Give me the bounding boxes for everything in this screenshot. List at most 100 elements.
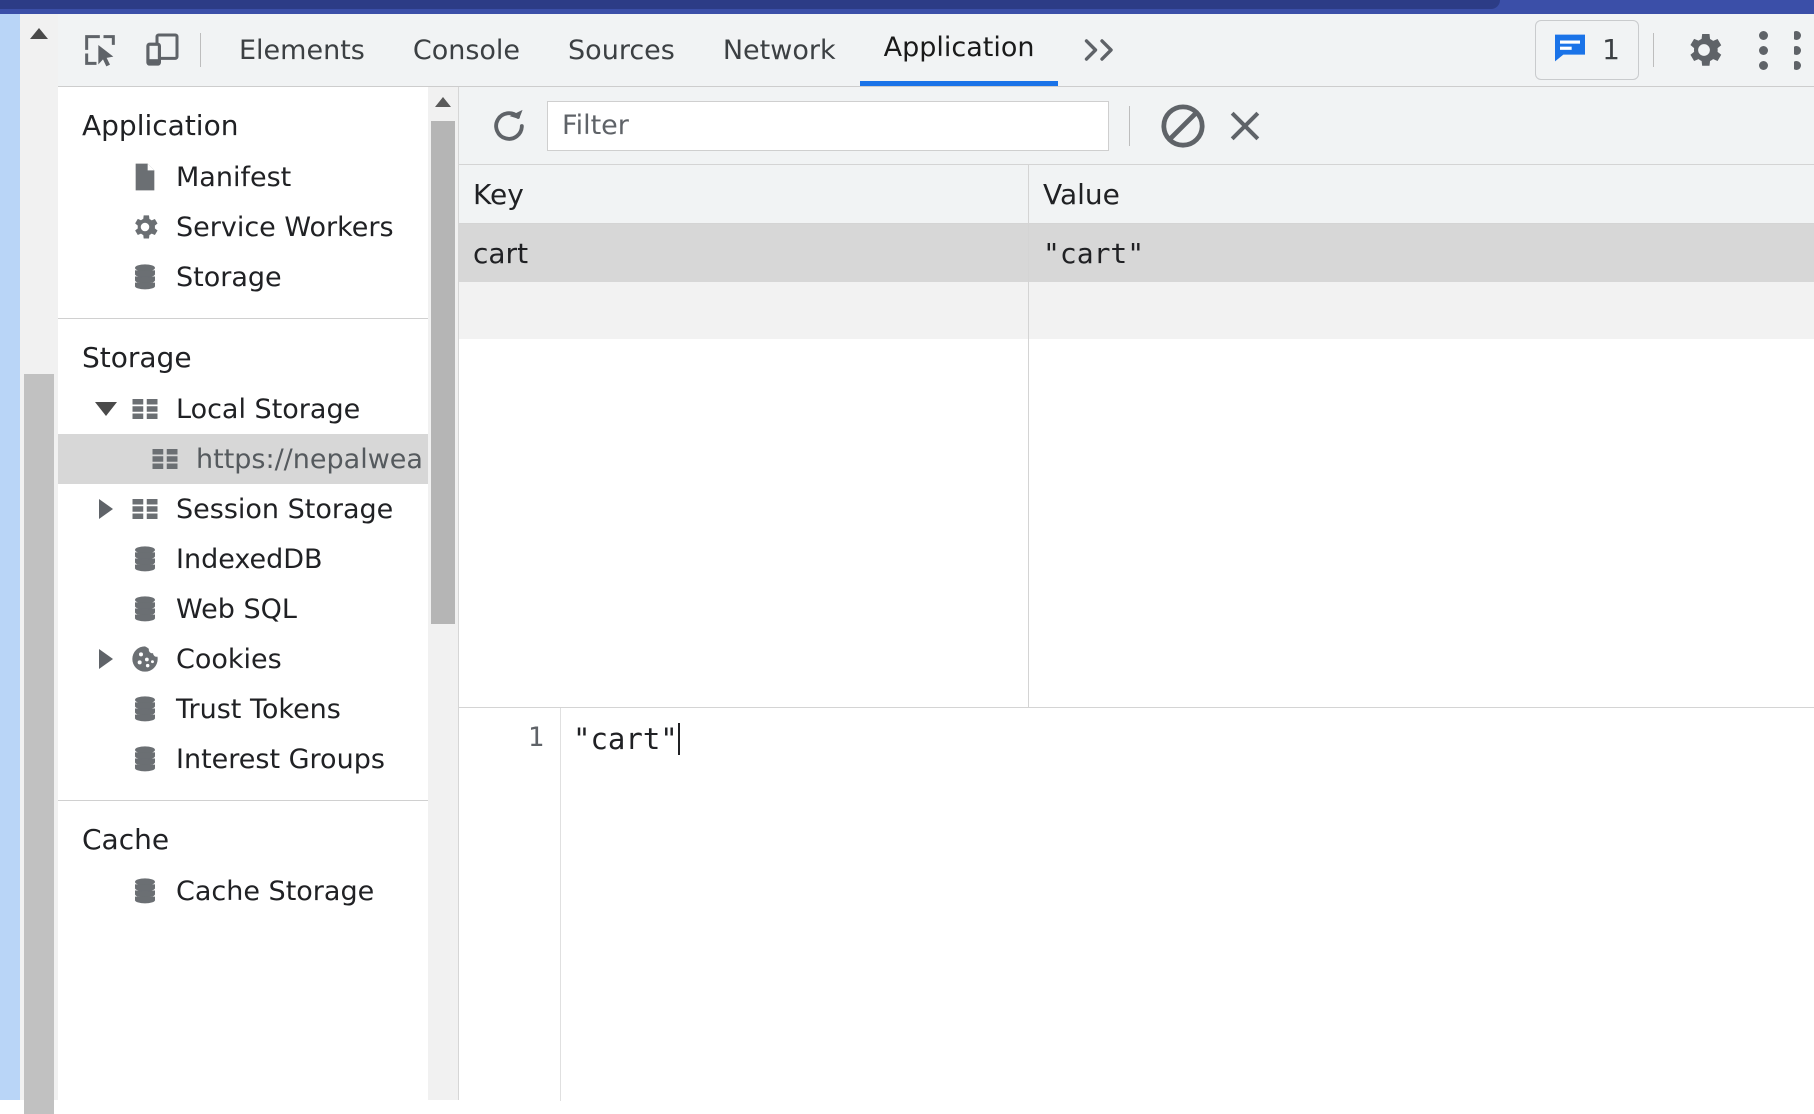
database-icon [124,261,166,293]
database-icon [124,875,166,907]
toolbar-divider [200,33,201,67]
sidebar-item-label: Session Storage [176,493,394,525]
sidebar-vertical-scrollbar[interactable] [428,87,459,1100]
close-x-icon[interactable] [1214,95,1276,157]
sidebar-item-label: Interest Groups [176,743,385,775]
sidebar-item-label: Manifest [176,161,292,193]
sidebar-section-title: Application [82,109,239,142]
database-icon [124,693,166,725]
database-icon [124,543,166,575]
sidebar-item-web-sql[interactable]: Web SQL [58,584,428,634]
sidebar-item-label: Local Storage [176,393,361,425]
table-cell-key-empty[interactable] [459,282,1029,340]
scroll-up-arrow-icon[interactable] [435,97,451,107]
text-caret [677,723,680,755]
sidebar-section-storage: Storage Local Storage https://nepalwea S… [58,319,428,801]
console-message-count: 1 [1602,33,1620,66]
sidebar-section-title: Storage [82,341,192,374]
application-sidebar: Application Manifest Service Workers Sto… [58,87,429,1100]
local-storage-main-panel: Key Value cart "cart" 1 "cart" [459,87,1814,1101]
sidebar-item-service-workers[interactable]: Service Workers [58,202,428,252]
scroll-up-arrow-icon[interactable] [30,28,48,39]
sidebar-item-label: Cookies [176,643,282,675]
table-grid-icon [124,394,166,424]
tab-application[interactable]: Application [859,14,1059,86]
page-content-strip [0,14,20,1100]
gear-icon [124,211,166,243]
devtools-tabbar: Elements Console Sources Network Applica… [58,14,1814,87]
sidebar-item-storage[interactable]: Storage [58,252,428,302]
table-cell-value[interactable]: "cart" [1029,224,1814,282]
filter-input[interactable] [547,100,1109,151]
sidebar-section-title: Cache [82,823,170,856]
table-header-row: Key Value [459,165,1814,224]
sidebar-item-label: Cache Storage [176,875,375,907]
sidebar-item-session-storage[interactable]: Session Storage [58,484,428,534]
sidebar-item-trust-tokens[interactable]: Trust Tokens [58,684,428,734]
sidebar-item-indexeddb[interactable]: IndexedDB [58,534,428,584]
table-cell-value-empty[interactable] [1029,282,1814,340]
table-empty-value-column [1029,339,1814,707]
sidebar-item-label: Storage [176,261,282,293]
table-row[interactable]: cart "cart" [459,224,1814,282]
sidebar-item-cookies[interactable]: Cookies [58,634,428,684]
sidebar-item-cache-storage[interactable]: Cache Storage [58,866,428,916]
table-cell-key[interactable]: cart [459,224,1029,282]
table-empty-key-column [459,339,1029,707]
database-icon [124,593,166,625]
inspect-element-icon[interactable] [76,26,124,74]
browser-tab-strip [0,0,1500,9]
value-preview-editor[interactable]: 1 "cart" [459,707,1814,1101]
refresh-icon[interactable] [481,98,537,154]
page-vertical-scrollbar[interactable] [20,14,59,1114]
manifest-document-icon [124,161,166,193]
device-toolbar-icon[interactable] [138,26,186,74]
toolbar-divider [1129,105,1130,146]
browser-window-chrome [0,0,1814,14]
storage-filter-toolbar [459,87,1814,165]
column-header-value[interactable]: Value [1029,165,1814,223]
cookie-icon [124,643,166,675]
chevron-right-icon[interactable] [94,649,118,669]
sidebar-item-local-storage-origin[interactable]: https://nepalwea [58,434,428,484]
clear-all-circle-slash-icon[interactable] [1152,95,1214,157]
table-row-empty[interactable] [459,282,1814,340]
devtools-body: Application Manifest Service Workers Sto… [58,87,1814,1101]
page-scrollbar-thumb[interactable] [24,374,54,1114]
editor-content[interactable]: "cart" [561,708,1814,1101]
sidebar-scrollbar-thumb[interactable] [431,121,455,624]
table-empty-area [459,339,1814,707]
database-icon [124,743,166,775]
sidebar-item-local-storage[interactable]: Local Storage [58,384,428,434]
sidebar-item-label: https://nepalwea [196,443,423,475]
gear-icon[interactable] [1678,24,1730,76]
sidebar-item-label: Service Workers [176,211,394,243]
sidebar-item-label: IndexedDB [176,543,323,575]
sidebar-section-cache: Cache Cache Storage [58,801,428,932]
tab-console[interactable]: Console [389,14,544,86]
tab-sources[interactable]: Sources [544,14,699,86]
sidebar-section-application: Application Manifest Service Workers Sto… [58,87,428,319]
tab-network[interactable]: Network [699,14,860,86]
more-tabs-chevron-icon[interactable] [1058,14,1146,86]
chevron-right-icon[interactable] [94,499,118,519]
kebab-menu-partial-icon[interactable] [1794,24,1814,76]
table-grid-icon [144,444,186,474]
sidebar-item-manifest[interactable]: Manifest [58,152,428,202]
sidebar-item-interest-groups[interactable]: Interest Groups [58,734,428,784]
editor-text: "cart" [573,722,678,756]
devtools-panel: Elements Console Sources Network Applica… [58,14,1814,1101]
chevron-down-icon[interactable] [94,402,118,416]
kebab-menu-icon[interactable] [1740,24,1786,76]
toolbar-divider-right [1653,33,1654,67]
sidebar-item-label: Trust Tokens [176,693,341,725]
console-message-icon [1550,28,1590,72]
storage-key-value-table: Key Value cart "cart" [459,165,1814,707]
tab-elements[interactable]: Elements [215,14,389,86]
console-messages-button[interactable]: 1 [1535,20,1639,80]
table-grid-icon [124,494,166,524]
column-header-key[interactable]: Key [459,165,1029,223]
editor-line-number: 1 [459,708,561,1101]
devtools-toolbar-right: 1 [1535,20,1814,80]
sidebar-item-label: Web SQL [176,593,297,625]
